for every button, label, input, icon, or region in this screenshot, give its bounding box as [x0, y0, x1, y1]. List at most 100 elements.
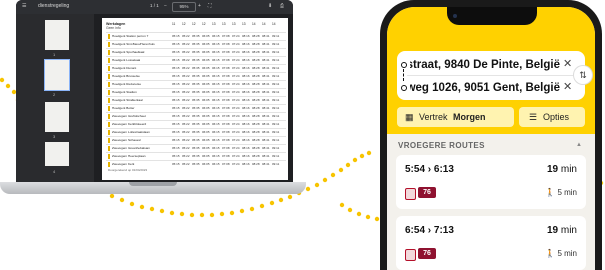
departure-time-cell: 09:11 — [272, 130, 280, 134]
departure-time-cell: 05:35 — [192, 82, 200, 86]
departure-time-cell: 07:08 — [222, 106, 230, 110]
departure-time-cell: 09:11 — [272, 58, 280, 62]
departure-time-cell: 06:05 — [202, 42, 210, 46]
departure-time-cell: 05:35 — [192, 114, 200, 118]
departure-time-cell: 06:15 — [212, 90, 220, 94]
stop-marker — [108, 121, 110, 127]
departure-time-cell: 09:11 — [272, 82, 280, 86]
stop-name: Hoedgent Sint-Bavo/Herenhuis — [112, 42, 155, 46]
departure-time-cell: 05:22 — [182, 122, 190, 126]
departure-time-cell: 07:08 — [222, 82, 230, 86]
menu-icon[interactable]: ☰ — [22, 3, 26, 9]
route-times: 5:54 › 6:13 — [405, 164, 454, 175]
departure-time-cell: 05:35 — [192, 90, 200, 94]
departure-time-cell: 07:08 — [222, 154, 230, 158]
departure-time-cell: 08:28 — [252, 98, 260, 102]
departure-time-cell: 08:28 — [252, 90, 260, 94]
page-thumbnail[interactable] — [44, 59, 70, 91]
thumbnail-number: 2 — [53, 92, 56, 97]
departure-time-cell: 05:22 — [182, 138, 190, 142]
departure-time-cell: 08:16 — [242, 162, 250, 166]
departure-time-button[interactable]: ▦ Vertrek Morgen — [397, 107, 514, 127]
departure-time-cell: 08:41 — [262, 74, 270, 78]
tram-icon — [405, 188, 416, 200]
route-card[interactable]: 5:54 › 6:13 19 min 76 🚶 5 min — [396, 155, 586, 209]
zoom-in-icon[interactable]: + — [198, 3, 201, 9]
departure-time-cell: 05:22 — [182, 90, 190, 94]
timetable-subheading: Geen info — [106, 26, 121, 30]
departure-time-cell: 06:15 — [212, 74, 220, 78]
stop-marker — [108, 49, 110, 55]
calendar-icon: ▦ — [405, 112, 414, 122]
stop-name: Zwevegem Lollestraatslaan — [112, 130, 150, 134]
timetable-page: Werkdagen Geen info 11 12 12 12 13 13 13 13 14 14… — [102, 18, 288, 180]
zoom-level[interactable]: 95% — [172, 2, 196, 12]
zoom-out-icon[interactable]: − — [164, 3, 167, 9]
departure-time-cell: 08:16 — [242, 122, 250, 126]
download-icon[interactable]: ⬇ — [268, 3, 272, 9]
timetable-column-header: 12 — [202, 22, 206, 26]
departure-time-cell: 05:22 — [182, 154, 190, 158]
departure-time-cell: 07:08 — [222, 146, 230, 150]
departure-time-cell: 07:24 — [232, 66, 240, 70]
departure-time-cell: 05:35 — [192, 154, 200, 158]
options-label: Opties — [543, 112, 570, 122]
stop-marker — [108, 105, 110, 111]
duration-unit: min — [560, 225, 577, 236]
options-button[interactable]: ☰ Opties — [519, 107, 585, 127]
earlier-routes-title: VROEGERE ROUTES — [398, 141, 485, 150]
pdf-viewer-toolbar: ☰ dienstregeling 1 / 1 − 95% + ⛶ ⬇ ⎙ — [16, 0, 293, 14]
timetable-column-header: 12 — [182, 22, 186, 26]
timetable-row: Hoedgent Stadion 05:15 05:22 05:35 06:05 06:1… — [106, 88, 286, 95]
departure-time-cell: 08:41 — [262, 114, 270, 118]
departure-time-cell: 08:41 — [262, 50, 270, 54]
timetable-row: Zwevegem Greanhebalsam 05:15 05:22 05:35 06:… — [106, 144, 286, 151]
departure-time-cell: 07:24 — [232, 82, 240, 86]
departure-time-cell: 08:16 — [242, 90, 250, 94]
departure-time-cell: 09:11 — [272, 138, 280, 142]
departure-time-cell: 06:15 — [212, 98, 220, 102]
destination-field[interactable]: Kortrijksesteenweg 1026, 9051 Gent, Belg… — [410, 82, 560, 94]
stop-marker — [108, 65, 110, 71]
departure-time-cell: 06:05 — [202, 106, 210, 110]
swap-icon[interactable]: ⇅ — [574, 66, 592, 84]
departure-time-cell: 07:24 — [232, 122, 240, 126]
print-icon[interactable]: ⎙ — [280, 3, 284, 9]
departure-time-cell: 08:28 — [252, 154, 260, 158]
clear-destination-icon[interactable]: ✕ — [563, 80, 572, 93]
stop-name: Hoedgent Brusselse — [112, 74, 140, 78]
route-card[interactable]: 6:54 › 7:13 19 min 76 🚶 5 min — [396, 216, 586, 270]
departure-time-cell: 08:28 — [252, 122, 260, 126]
departure-time-cell: 07:08 — [222, 58, 230, 62]
timetable-row: Hoedgent Brusselse 05:15 05:22 05:35 06:05 06… — [106, 72, 286, 79]
departure-time-cell: 08:16 — [242, 106, 250, 110]
departure-time-cell: 08:41 — [262, 82, 270, 86]
laptop-hinge-notch — [129, 182, 177, 186]
departure-time-cell: 05:35 — [192, 50, 200, 54]
page-thumbnail[interactable] — [45, 102, 69, 132]
origin-field[interactable]: Groenstraat, 9840 De Pinte, België — [410, 59, 560, 71]
page-thumbnail[interactable] — [45, 142, 69, 166]
clear-origin-icon[interactable]: ✕ — [563, 57, 572, 70]
departure-time-cell: 05:22 — [182, 130, 190, 134]
departure-time-cell: 08:16 — [242, 114, 250, 118]
departure-time-cell: 08:41 — [262, 122, 270, 126]
page-thumbnail[interactable] — [45, 20, 69, 50]
departure-time-cell: 05:15 — [172, 34, 180, 38]
departure-time-cell: 06:05 — [202, 50, 210, 54]
departure-time-cell: 08:28 — [252, 130, 260, 134]
departure-time-cell: 05:15 — [172, 154, 180, 158]
fit-page-icon[interactable]: ⛶ — [208, 3, 212, 9]
departure-time-cell: 08:28 — [252, 50, 260, 54]
phone-screen: Groenstraat, 9840 De Pinte, België Kortr… — [387, 7, 595, 270]
collapse-chevron-icon[interactable]: ▲ — [576, 142, 582, 148]
departure-time-cell: 08:28 — [252, 66, 260, 70]
walk-duration: 5 min — [557, 188, 577, 197]
departure-time-cell: 06:15 — [212, 34, 220, 38]
departure-time-cell: 08:16 — [242, 74, 250, 78]
departure-time-cell: 09:11 — [272, 98, 280, 102]
departure-time-cell: 06:05 — [202, 66, 210, 70]
departure-time-cell: 08:28 — [252, 82, 260, 86]
departure-time-cell: 06:05 — [202, 58, 210, 62]
stop-marker — [108, 97, 110, 103]
